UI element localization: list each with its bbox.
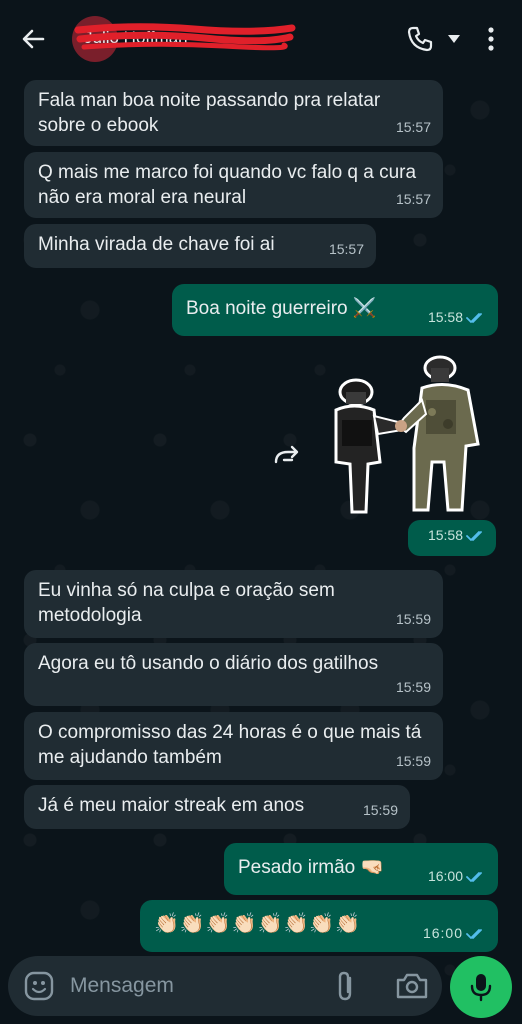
message-text: Já é meu maior streak em anos [38,795,305,816]
message-time: 16:00 [423,921,486,946]
message-time: 15:57 [328,241,364,257]
message-time: 15:57 [395,191,431,207]
message-text: Fala man boa noite passando pra relatar … [38,90,381,136]
incoming-message[interactable]: Fala man boa noite passando pra relatar … [24,80,443,146]
attach-icon[interactable] [330,969,360,1003]
message-text: Q mais me marco foi quando vc falo q a c… [38,162,417,208]
composer-bar [0,950,522,1024]
read-ticks-icon [466,929,482,940]
message-time: 15:57 [395,119,431,135]
message-time: 15:58 [428,305,486,330]
outgoing-message[interactable]: Pesado irmão 🤜🏻 16:00 [224,843,498,895]
mic-icon [470,974,492,1002]
read-ticks-icon [466,872,482,883]
read-ticks-icon [466,531,482,542]
chat-header: Julio Hoffman [0,0,522,78]
message-time: 16:00 [428,864,486,889]
back-arrow-icon[interactable] [18,24,48,54]
mic-button[interactable] [450,956,512,1018]
message-text: O compromisso das 24 horas é o que mais … [38,722,422,768]
more-vert-icon[interactable] [480,24,502,54]
message-time: 15:59 [395,753,431,769]
incoming-message[interactable]: O compromisso das 24 horas é o que mais … [24,712,443,780]
incoming-message[interactable]: Eu vinha só na culpa e oração sem metodo… [24,570,443,638]
camera-icon[interactable] [394,971,430,1001]
message-text: Minha virada de chave foi ai [38,234,275,255]
message-text: Eu vinha só na culpa e oração sem metodo… [38,580,335,626]
message-time: 15:59 [362,802,398,818]
incoming-message[interactable]: Já é meu maior streak em anos 15:59 [24,785,410,829]
emoji-icon[interactable] [22,969,56,1003]
outgoing-message[interactable]: Boa noite guerreiro ⚔️ 15:58 [172,284,498,336]
message-time: 15:59 [395,611,431,627]
outgoing-sticker-meta[interactable]: 15:58 [408,520,496,556]
message-input[interactable] [70,970,320,1002]
incoming-message[interactable]: Agora eu tô usando o diário dos gatilhos… [24,643,443,706]
caret-down-icon[interactable] [446,32,462,46]
incoming-message[interactable]: Q mais me marco foi quando vc falo q a c… [24,152,443,218]
message-time: 15:59 [395,679,431,695]
message-time: 15:58 [428,523,486,548]
redaction-scribble [74,23,296,51]
outgoing-message[interactable]: 👏🏻👏🏻👏🏻👏🏻👏🏻👏🏻👏🏻👏🏻 16:00 [140,900,498,952]
read-ticks-icon [466,313,482,324]
soldiers-sticker[interactable] [328,352,496,522]
message-text: Agora eu tô usando o diário dos gatilhos [38,653,379,674]
message-input-pill [8,956,442,1016]
phone-icon[interactable] [405,24,435,54]
forward-icon[interactable] [270,438,306,474]
incoming-message[interactable]: Minha virada de chave foi ai 15:57 [24,224,376,268]
